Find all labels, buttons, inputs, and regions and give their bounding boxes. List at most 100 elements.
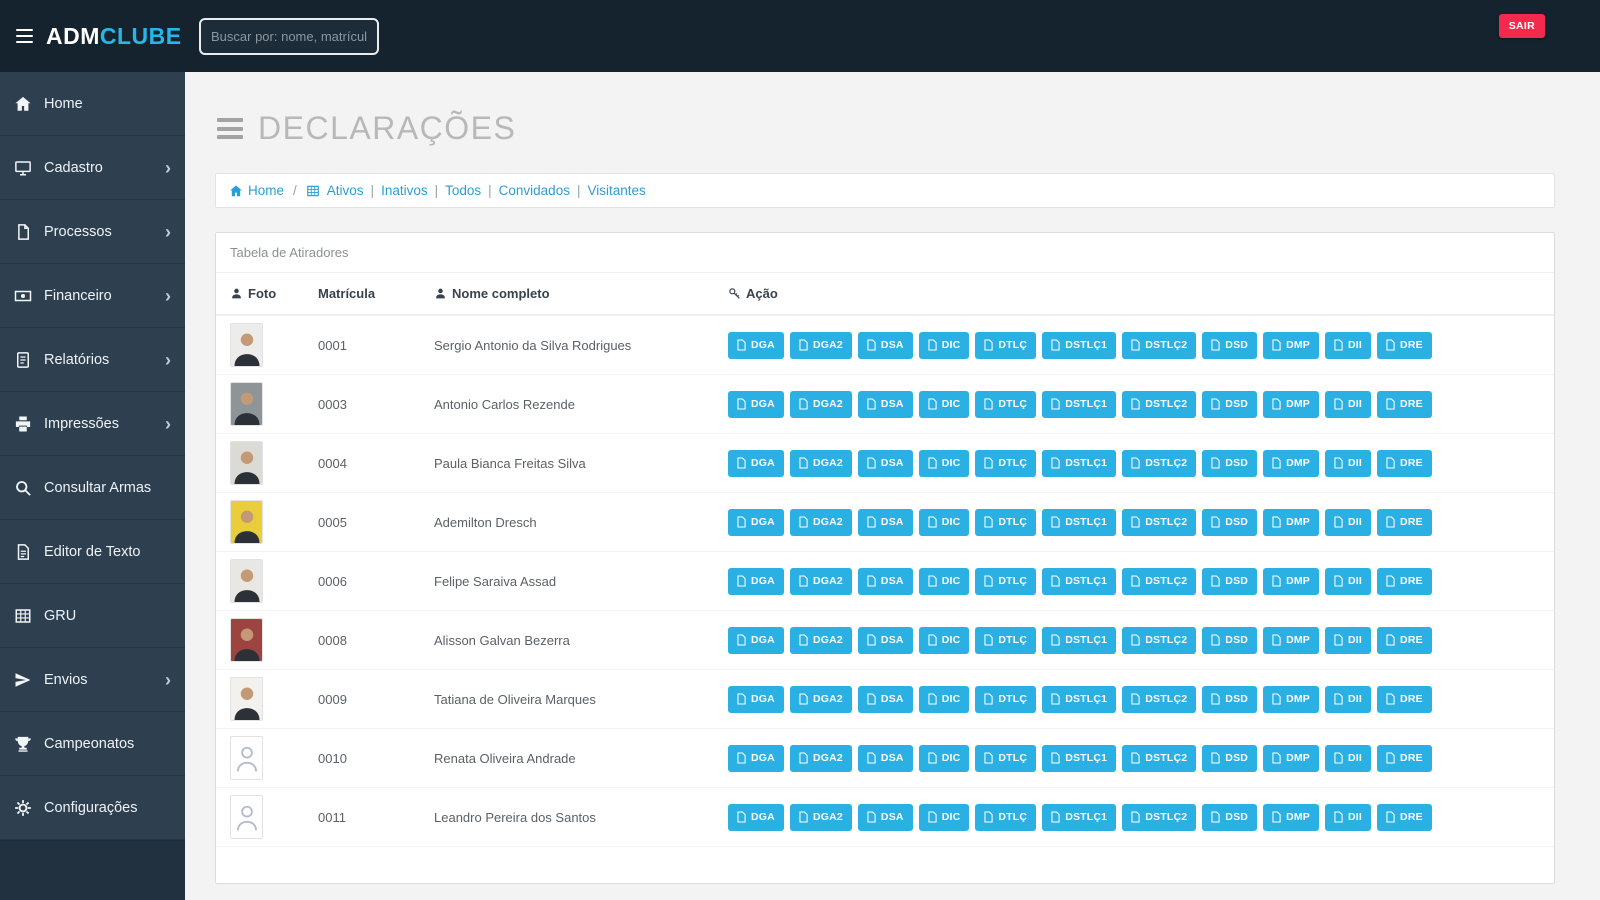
declaration-button-dstlc-2[interactable]: DSTLÇ2 [1122, 331, 1197, 359]
declaration-button-dsa[interactable]: DSA [857, 449, 913, 477]
declaration-button-dsa[interactable]: DSA [857, 390, 913, 418]
declaration-button-dre[interactable]: DRE [1377, 449, 1432, 477]
declaration-button-dre[interactable]: DRE [1377, 567, 1432, 595]
declaration-button-dga2[interactable]: DGA2 [789, 449, 852, 477]
declaration-button-dre[interactable]: DRE [1377, 390, 1432, 418]
sidebar-item-processos[interactable]: Processos › [0, 200, 185, 264]
declaration-button-dga[interactable]: DGA [728, 331, 784, 359]
declaration-button-dsa[interactable]: DSA [857, 626, 913, 654]
declaration-button-dii[interactable]: DII [1325, 449, 1372, 477]
declaration-button-dmp[interactable]: DMP [1263, 744, 1319, 772]
declaration-button-dga[interactable]: DGA [728, 449, 784, 477]
declaration-button-dic[interactable]: DIC [918, 390, 970, 418]
search-input[interactable] [199, 17, 379, 55]
declaration-button-dre[interactable]: DRE [1377, 685, 1432, 713]
declaration-button-dii[interactable]: DII [1325, 626, 1372, 654]
declaration-button-dic[interactable]: DIC [918, 626, 970, 654]
declaration-button-dsd[interactable]: DSD [1202, 685, 1258, 713]
declaration-button-dga[interactable]: DGA [728, 390, 784, 418]
declaration-button-dsd[interactable]: DSD [1202, 331, 1258, 359]
declaration-button-dga2[interactable]: DGA2 [789, 626, 852, 654]
breadcrumb-link-todos[interactable]: Todos [445, 183, 481, 198]
sidebar-item-editor-de-texto[interactable]: Editor de Texto [0, 520, 185, 584]
declaration-button-dmp[interactable]: DMP [1263, 626, 1319, 654]
sidebar-item-configurac-o-es[interactable]: Configurações [0, 776, 185, 840]
declaration-button-dstlc-1[interactable]: DSTLÇ1 [1042, 331, 1117, 359]
declaration-button-dsd[interactable]: DSD [1202, 390, 1258, 418]
declaration-button-dga2[interactable]: DGA2 [789, 508, 852, 536]
declaration-button-dga2[interactable]: DGA2 [789, 567, 852, 595]
sidebar-item-gru[interactable]: GRU [0, 584, 185, 648]
declaration-button-dstlc-2[interactable]: DSTLÇ2 [1122, 390, 1197, 418]
declaration-button-dga[interactable]: DGA [728, 626, 784, 654]
sidebar-item-cadastro[interactable]: Cadastro › [0, 136, 185, 200]
declaration-button-dmp[interactable]: DMP [1263, 803, 1319, 831]
declaration-button-dmp[interactable]: DMP [1263, 390, 1319, 418]
breadcrumb-home-link[interactable]: Home [229, 183, 284, 198]
declaration-button-dstlc-2[interactable]: DSTLÇ2 [1122, 626, 1197, 654]
logout-button[interactable]: SAIR [1498, 14, 1545, 38]
declaration-button-dsa[interactable]: DSA [857, 685, 913, 713]
declaration-button-dic[interactable]: DIC [918, 803, 970, 831]
declaration-button-dstlc-1[interactable]: DSTLÇ1 [1042, 390, 1117, 418]
declaration-button-dii[interactable]: DII [1325, 331, 1372, 359]
declaration-button-dstlc-2[interactable]: DSTLÇ2 [1122, 744, 1197, 772]
declaration-button-dstlc-1[interactable]: DSTLÇ1 [1042, 744, 1117, 772]
declaration-button-dga[interactable]: DGA [728, 685, 784, 713]
declaration-button-dmp[interactable]: DMP [1263, 567, 1319, 595]
declaration-button-dstlc-2[interactable]: DSTLÇ2 [1122, 449, 1197, 477]
declaration-button-dre[interactable]: DRE [1377, 508, 1432, 536]
declaration-button-dga[interactable]: DGA [728, 508, 784, 536]
declaration-button-dstlc-1[interactable]: DSTLÇ1 [1042, 803, 1117, 831]
breadcrumb-link-ativos[interactable]: Ativos [327, 183, 364, 198]
declaration-button-dstlc-1[interactable]: DSTLÇ1 [1042, 685, 1117, 713]
declaration-button-dsa[interactable]: DSA [857, 508, 913, 536]
declaration-button-dstlc-1[interactable]: DSTLÇ1 [1042, 449, 1117, 477]
declaration-button-dsd[interactable]: DSD [1202, 803, 1258, 831]
declaration-button-dstlc-2[interactable]: DSTLÇ2 [1122, 508, 1197, 536]
breadcrumb-link-convidados[interactable]: Convidados [499, 183, 570, 198]
declaration-button-dga2[interactable]: DGA2 [789, 685, 852, 713]
declaration-button-dmp[interactable]: DMP [1263, 449, 1319, 477]
sidebar-item-home[interactable]: Home [0, 72, 185, 136]
declaration-button-dmp[interactable]: DMP [1263, 685, 1319, 713]
declaration-button-dtlc[interactable]: DTLÇ [975, 567, 1037, 595]
declaration-button-dtlc[interactable]: DTLÇ [975, 685, 1037, 713]
breadcrumb-link-visitantes[interactable]: Visitantes [587, 183, 645, 198]
declaration-button-dre[interactable]: DRE [1377, 331, 1432, 359]
declaration-button-dsd[interactable]: DSD [1202, 508, 1258, 536]
declaration-button-dsd[interactable]: DSD [1202, 626, 1258, 654]
declaration-button-dga[interactable]: DGA [728, 567, 784, 595]
declaration-button-dre[interactable]: DRE [1377, 803, 1432, 831]
declaration-button-dtlc[interactable]: DTLÇ [975, 331, 1037, 359]
sidebar-item-relato-rios[interactable]: Relatórios › [0, 328, 185, 392]
declaration-button-dtlc[interactable]: DTLÇ [975, 508, 1037, 536]
declaration-button-dic[interactable]: DIC [918, 449, 970, 477]
declaration-button-dstlc-1[interactable]: DSTLÇ1 [1042, 508, 1117, 536]
declaration-button-dtlc[interactable]: DTLÇ [975, 744, 1037, 772]
declaration-button-dstlc-1[interactable]: DSTLÇ1 [1042, 626, 1117, 654]
declaration-button-dii[interactable]: DII [1325, 803, 1372, 831]
declaration-button-dga2[interactable]: DGA2 [789, 744, 852, 772]
declaration-button-dii[interactable]: DII [1325, 685, 1372, 713]
declaration-button-dic[interactable]: DIC [918, 331, 970, 359]
declaration-button-dga[interactable]: DGA [728, 803, 784, 831]
declaration-button-dic[interactable]: DIC [918, 567, 970, 595]
declaration-button-dsa[interactable]: DSA [857, 331, 913, 359]
declaration-button-dii[interactable]: DII [1325, 508, 1372, 536]
declaration-button-dsd[interactable]: DSD [1202, 567, 1258, 595]
declaration-button-dsa[interactable]: DSA [857, 803, 913, 831]
declaration-button-dstlc-2[interactable]: DSTLÇ2 [1122, 567, 1197, 595]
sidebar-item-campeonatos[interactable]: Campeonatos [0, 712, 185, 776]
declaration-button-dsd[interactable]: DSD [1202, 449, 1258, 477]
declaration-button-dstlc-1[interactable]: DSTLÇ1 [1042, 567, 1117, 595]
sidebar-item-financeiro[interactable]: Financeiro › [0, 264, 185, 328]
declaration-button-dtlc[interactable]: DTLÇ [975, 449, 1037, 477]
declaration-button-dga[interactable]: DGA [728, 744, 784, 772]
sidebar-item-envios[interactable]: Envios › [0, 648, 185, 712]
declaration-button-dic[interactable]: DIC [918, 508, 970, 536]
declaration-button-dii[interactable]: DII [1325, 390, 1372, 418]
declaration-button-dtlc[interactable]: DTLÇ [975, 390, 1037, 418]
declaration-button-dstlc-2[interactable]: DSTLÇ2 [1122, 685, 1197, 713]
sidebar-item-impresso-es[interactable]: Impressões › [0, 392, 185, 456]
